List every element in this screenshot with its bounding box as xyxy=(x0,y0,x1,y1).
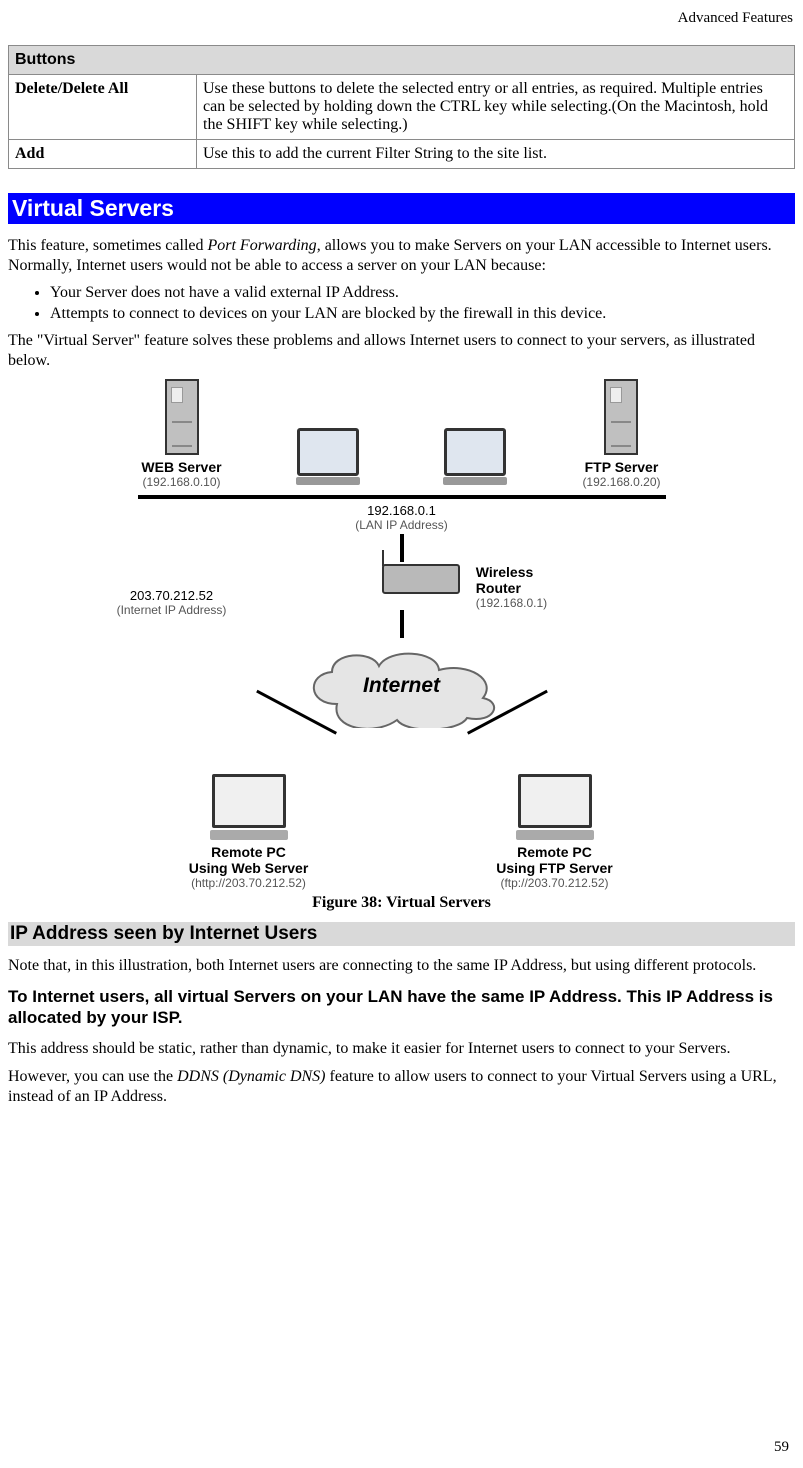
paragraph: This feature, sometimes called Port Forw… xyxy=(8,236,795,276)
connector-line xyxy=(227,732,347,768)
router-label-b: Router xyxy=(476,580,547,596)
ftp-server-node: FTP Server (192.168.0.20) xyxy=(561,379,681,489)
monitor-icon xyxy=(297,428,359,476)
ftp-server-label: FTP Server xyxy=(561,459,681,475)
internet-ip-block: 203.70.212.52 (Internet IP Address) xyxy=(122,610,682,638)
row-desc: Use these buttons to delete the selected… xyxy=(197,75,795,140)
table-row: Add Use this to add the current Filter S… xyxy=(9,140,795,169)
emphasis: DDNS (Dynamic DNS) xyxy=(177,1068,325,1085)
ext-ip-sub: (Internet IP Address) xyxy=(92,603,252,617)
keyboard-icon xyxy=(443,477,507,485)
lan-ip-sub: (LAN IP Address) xyxy=(355,518,447,532)
row-desc: Use this to add the current Filter Strin… xyxy=(197,140,795,169)
remote-ftp-b: Using FTP Server xyxy=(460,860,650,876)
pc-icon xyxy=(518,774,592,828)
connector-line xyxy=(457,732,577,768)
subsection-title-ipaddress: IP Address seen by Internet Users xyxy=(8,922,795,946)
server-tower-icon xyxy=(604,379,638,455)
lan-pc2 xyxy=(415,428,535,489)
keyboard-icon xyxy=(516,830,594,840)
cloud-connectors xyxy=(227,732,577,768)
keyboard-icon xyxy=(210,830,288,840)
router-ip: (192.168.0.1) xyxy=(476,596,547,610)
section-title-virtual-servers: Virtual Servers xyxy=(8,193,795,224)
paragraph: Note that, in this illustration, both In… xyxy=(8,956,795,976)
internet-cloud: Internet xyxy=(297,644,507,728)
row-label: Add xyxy=(9,140,197,169)
header-right: Advanced Features xyxy=(8,10,795,27)
router-label: Wireless Router (192.168.0.1) xyxy=(476,564,547,610)
figure-virtual-servers: WEB Server (192.168.0.10) FTP Server (19… xyxy=(8,379,795,912)
router-icon xyxy=(382,564,460,594)
pc-icon xyxy=(212,774,286,828)
remote-web-a: Remote PC xyxy=(154,844,344,860)
bullet-list: Your Server does not have a valid extern… xyxy=(8,284,795,323)
figure-caption: Figure 38: Virtual Servers xyxy=(8,894,795,912)
remote-ftp-node: Remote PC Using FTP Server (ftp://203.70… xyxy=(460,774,650,890)
router-label-a: Wireless xyxy=(476,564,547,580)
paragraph: The "Virtual Server" feature solves thes… xyxy=(8,331,795,371)
list-item: Attempts to connect to devices on your L… xyxy=(50,305,795,323)
ext-ip-value: 203.70.212.52 xyxy=(92,588,252,603)
lan-ip-label: 192.168.0.1 (LAN IP Address) xyxy=(355,503,447,532)
lan-bus-line xyxy=(138,495,666,499)
paragraph: However, you can use the DDNS (Dynamic D… xyxy=(8,1067,795,1107)
ftp-server-ip: (192.168.0.20) xyxy=(561,475,681,489)
list-item: Your Server does not have a valid extern… xyxy=(50,284,795,302)
remote-web-b: Using Web Server xyxy=(154,860,344,876)
lan-pc1 xyxy=(268,428,388,489)
web-server-node: WEB Server (192.168.0.10) xyxy=(122,379,242,489)
keyboard-icon xyxy=(296,477,360,485)
network-diagram: WEB Server (192.168.0.10) FTP Server (19… xyxy=(122,379,682,890)
table-section-header: Buttons xyxy=(9,46,795,75)
page: Advanced Features Buttons Delete/Delete … xyxy=(0,0,803,1468)
text: This feature, sometimes called xyxy=(8,237,207,254)
server-tower-icon xyxy=(165,379,199,455)
row-label: Delete/Delete All xyxy=(9,75,197,140)
text: However, you can use the xyxy=(8,1068,177,1085)
buttons-table: Buttons Delete/Delete All Use these butt… xyxy=(8,45,795,169)
page-number: 59 xyxy=(774,1439,789,1456)
paragraph: This address should be static, rather th… xyxy=(8,1039,795,1059)
web-server-ip: (192.168.0.10) xyxy=(122,475,242,489)
emphasis: Port Forwarding xyxy=(207,237,316,254)
table-row: Delete/Delete All Use these buttons to d… xyxy=(9,75,795,140)
bold-callout: To Internet users, all virtual Servers o… xyxy=(8,986,795,1029)
connector-line xyxy=(400,610,404,638)
connector-line xyxy=(400,534,404,562)
lan-ip-value: 192.168.0.1 xyxy=(355,503,447,518)
remote-web-node: Remote PC Using Web Server (http://203.7… xyxy=(154,774,344,890)
remote-ftp-c: (ftp://203.70.212.52) xyxy=(460,876,650,890)
monitor-icon xyxy=(444,428,506,476)
remote-web-c: (http://203.70.212.52) xyxy=(154,876,344,890)
remote-ftp-a: Remote PC xyxy=(460,844,650,860)
web-server-label: WEB Server xyxy=(122,459,242,475)
